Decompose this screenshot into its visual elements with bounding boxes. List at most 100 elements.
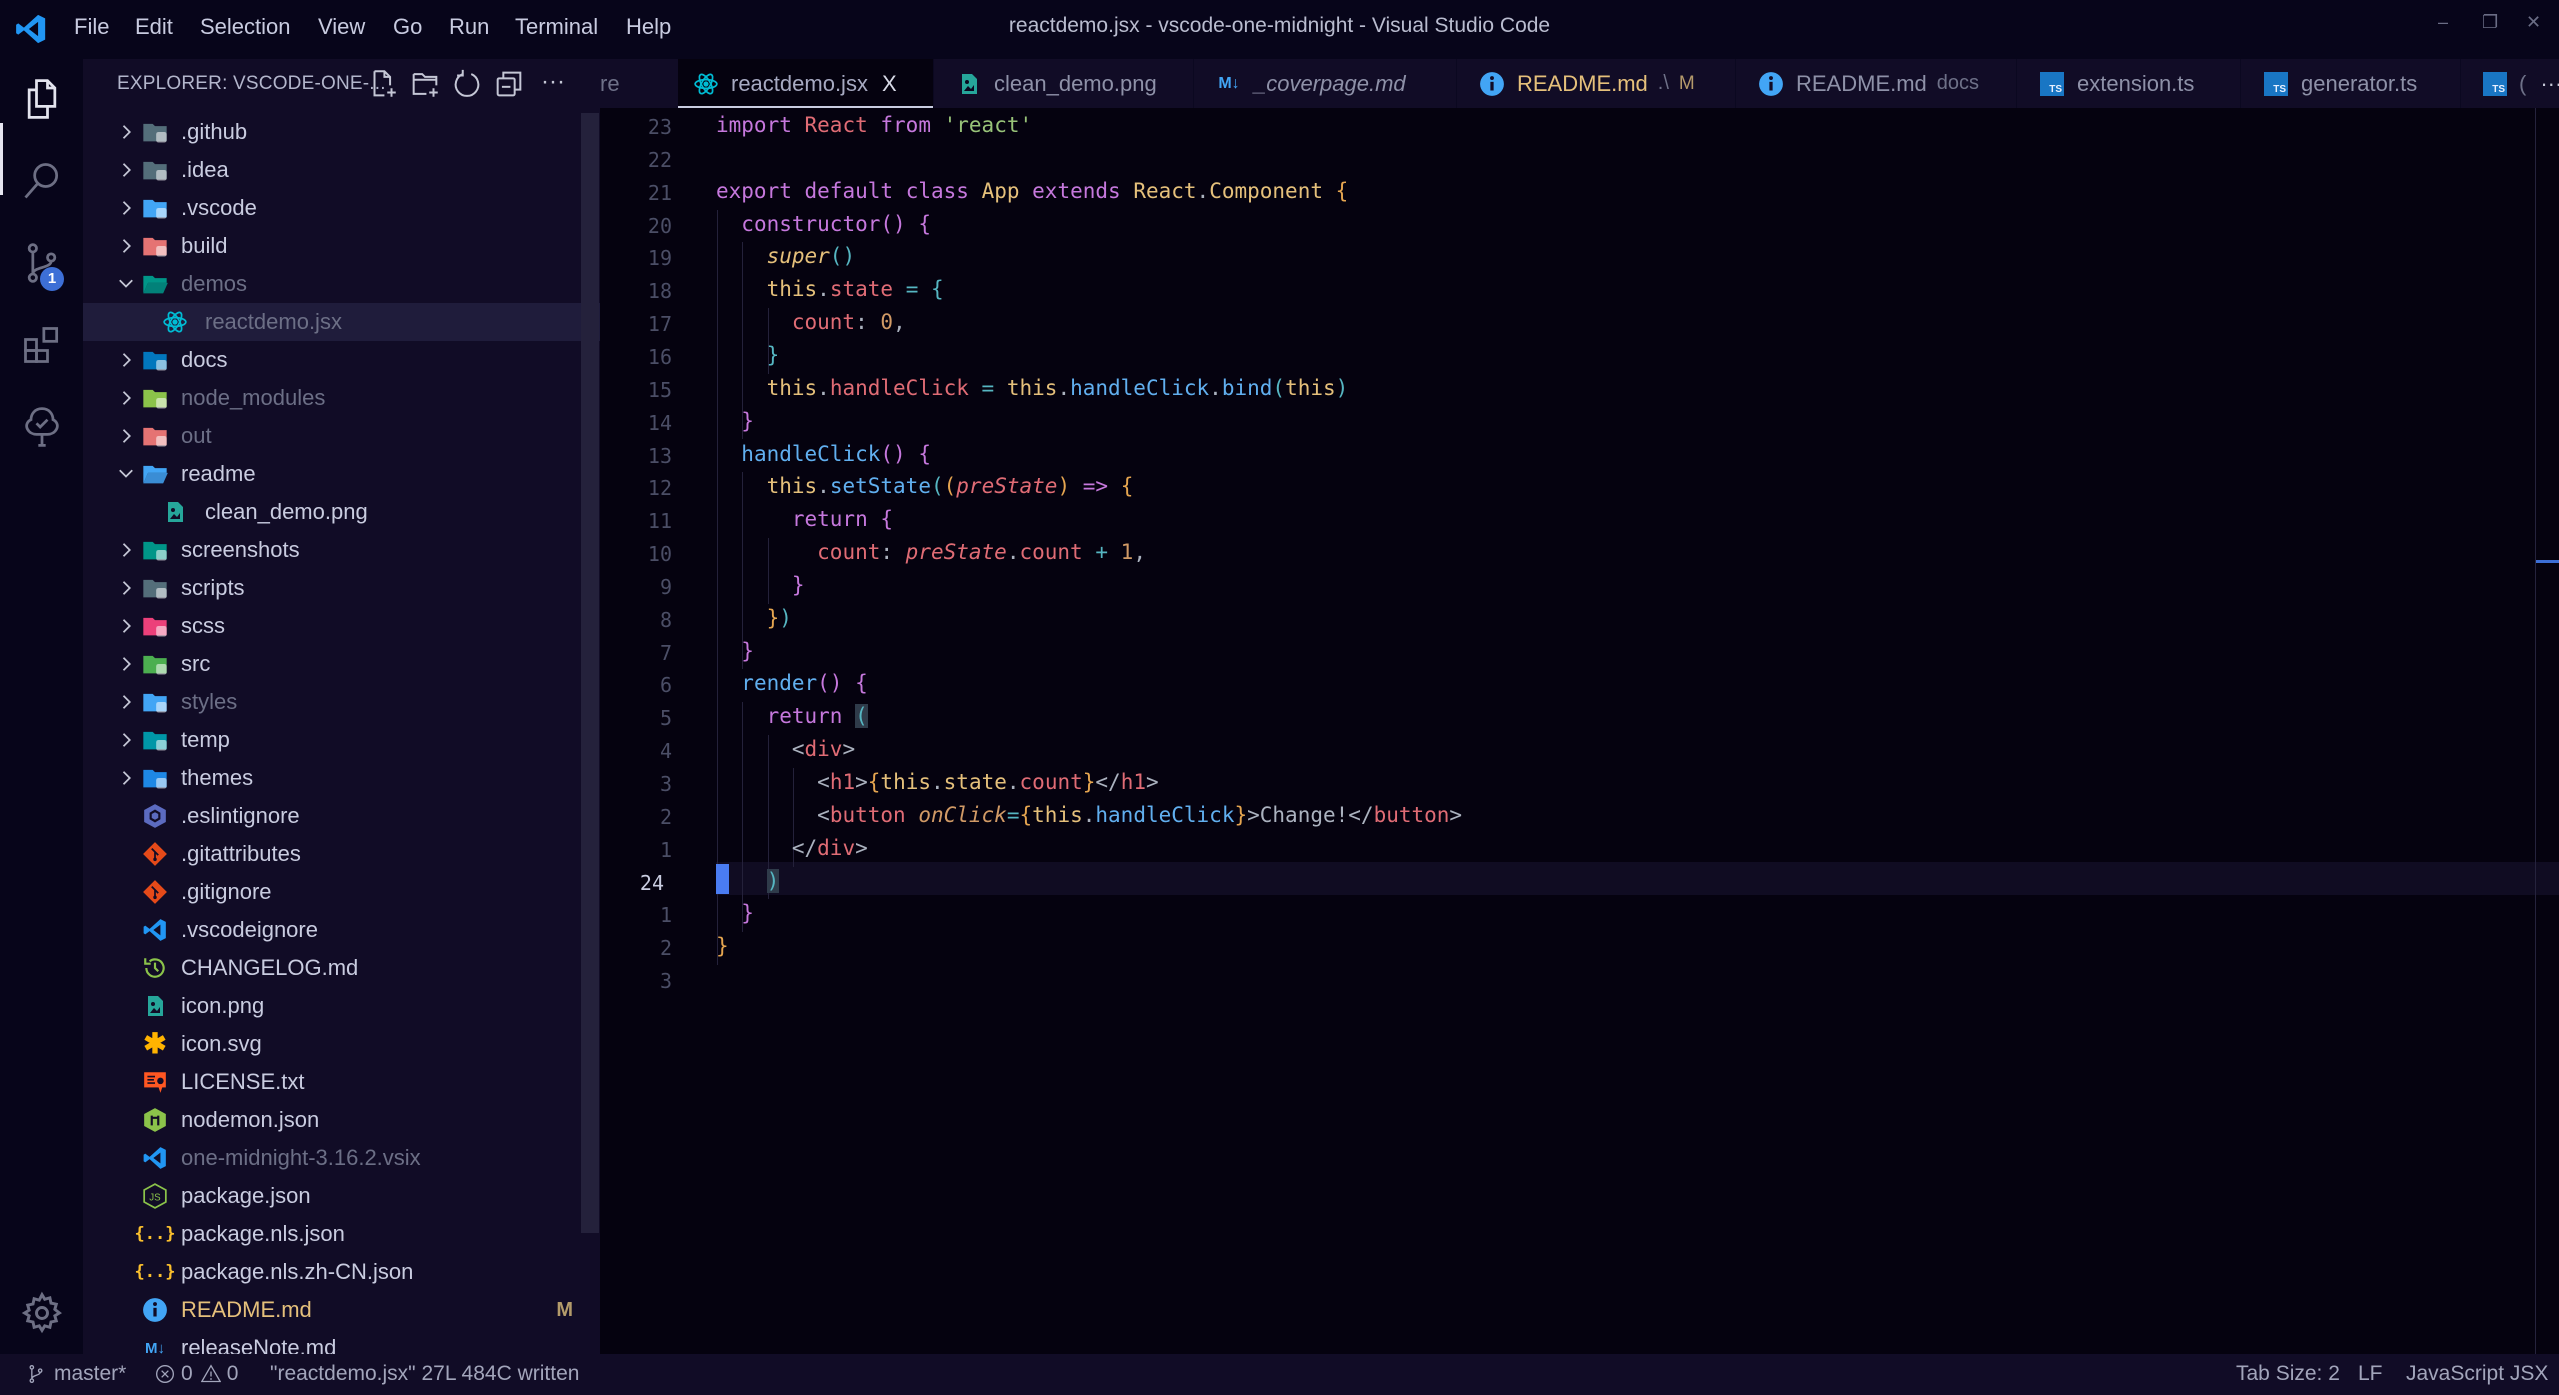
tab-overflow-button[interactable]: ··· xyxy=(2540,71,2559,97)
chevron-right-icon[interactable] xyxy=(116,616,136,636)
tree-folder-idea[interactable]: .idea xyxy=(83,151,600,189)
minimize-button[interactable]: – xyxy=(2438,12,2448,33)
tree-file-readme-md[interactable]: README.md M xyxy=(83,1291,600,1329)
chevron-down-icon[interactable] xyxy=(116,464,136,484)
code-line: } xyxy=(741,901,754,926)
tree-folder-styles[interactable]: styles xyxy=(83,683,600,721)
tab-partial-left[interactable]: re xyxy=(600,59,679,108)
new-file-button[interactable] xyxy=(366,67,400,101)
chevron-right-icon[interactable] xyxy=(116,388,136,408)
chevron-right-icon[interactable] xyxy=(116,426,136,446)
sidebar-scrollbar[interactable] xyxy=(581,113,599,1233)
tree-file-gitignore[interactable]: .gitignore xyxy=(83,873,600,911)
tree-folder-build[interactable]: build xyxy=(83,227,600,265)
tree-file-nodemon-json[interactable]: nodemon.json xyxy=(83,1101,600,1139)
chevron-right-icon[interactable] xyxy=(116,198,136,218)
tab-close-button[interactable]: X xyxy=(882,71,897,97)
line-number: 16 xyxy=(647,344,672,369)
line-number: 13 xyxy=(647,443,672,468)
tree-folder-scripts[interactable]: scripts xyxy=(83,569,600,607)
tree-folder-readme[interactable]: readme xyxy=(83,455,600,493)
tab-clean-demo-png[interactable]: clean_demo.png xyxy=(934,59,1194,108)
chevron-right-icon[interactable] xyxy=(116,160,136,180)
tree-item-label: package.nls.json xyxy=(181,1221,345,1246)
warning-count: 0 xyxy=(226,1362,239,1385)
tree-folder-temp[interactable]: temp xyxy=(83,721,600,759)
chevron-right-icon[interactable] xyxy=(116,540,136,560)
settings-button[interactable] xyxy=(0,1273,83,1353)
chevron-right-icon[interactable] xyxy=(116,350,136,370)
chevron-right-icon[interactable] xyxy=(116,730,136,750)
tab-partial-right[interactable]: TS ( ··· xyxy=(2461,59,2559,108)
tree-file-license-txt[interactable]: LICENSE.txt xyxy=(83,1063,600,1101)
close-window-button[interactable]: ✕ xyxy=(2526,12,2541,33)
chevron-right-icon[interactable] xyxy=(116,122,136,142)
chevron-down-icon[interactable] xyxy=(116,274,136,294)
chevron-right-icon[interactable] xyxy=(116,578,136,598)
collapse-all-button[interactable] xyxy=(492,67,526,101)
tree-file-gitattributes[interactable]: .gitattributes xyxy=(83,835,600,873)
json-icon: {..} xyxy=(134,1224,176,1244)
tab-readme-root[interactable]: README.md .\ M xyxy=(1457,59,1736,108)
minimap-viewport[interactable] xyxy=(2536,560,2559,563)
tree-file-reactdemo-jsx[interactable]: reactdemo.jsx xyxy=(83,303,600,341)
tree-file-clean-demo-png[interactable]: clean_demo.png xyxy=(83,493,600,531)
tree-folder-screenshots[interactable]: screenshots xyxy=(83,531,600,569)
tab-coverpage-md[interactable]: M↓ _coverpage.md xyxy=(1194,59,1457,108)
tree-folder-github[interactable]: .github xyxy=(83,113,600,151)
new-folder-button[interactable] xyxy=(408,67,442,101)
activity-testing[interactable] xyxy=(0,387,83,467)
eol-status[interactable]: LF xyxy=(2358,1362,2383,1386)
tree-folder-demos[interactable]: demos xyxy=(83,265,600,303)
language-mode-status[interactable]: JavaScript JSX xyxy=(2406,1362,2548,1386)
tab-size-status[interactable]: Tab Size: 2 xyxy=(2236,1362,2340,1386)
activity-explorer[interactable] xyxy=(0,59,83,139)
chevron-right-icon[interactable] xyxy=(116,768,136,788)
tree-file-one-midnight-3-16-2-vsix[interactable]: one-midnight-3.16.2.vsix xyxy=(83,1139,600,1177)
activity-search[interactable] xyxy=(0,141,83,221)
activity-extensions[interactable] xyxy=(0,305,83,385)
tab-readme-docs[interactable]: README.md docs xyxy=(1736,59,2017,108)
tree-folder-node-modules[interactable]: node_modules xyxy=(83,379,600,417)
tree-folder-out[interactable]: out xyxy=(83,417,600,455)
line-number: 10 xyxy=(647,542,672,567)
image-icon xyxy=(161,498,189,526)
code-editor[interactable]: 23 22 21 20 19 18 17 16 15 14 13 12 11 10 9 8 7 6 5 4 3 2 1 24 1… xyxy=(600,108,2559,1354)
tree-folder-docs[interactable]: docs xyxy=(83,341,600,379)
tree-item-label: .github xyxy=(181,119,248,144)
tree-file-package-nls-json[interactable]: {..} package.nls.json xyxy=(83,1215,600,1253)
tree-file-vscodeignore[interactable]: .vscodeignore xyxy=(83,911,600,949)
new-file-icon xyxy=(373,70,396,97)
problems-status[interactable]: 0 0 xyxy=(155,1362,238,1386)
refresh-button[interactable] xyxy=(450,67,484,101)
chevron-right-icon[interactable] xyxy=(116,236,136,256)
chevron-right-icon[interactable] xyxy=(116,692,136,712)
files-icon xyxy=(27,79,56,119)
line-number: 9 xyxy=(659,574,672,599)
line-number: 22 xyxy=(647,147,672,172)
tree-folder-scss[interactable]: scss xyxy=(83,607,600,645)
chevron-right-icon[interactable] xyxy=(116,654,136,674)
tree-item-label: themes xyxy=(181,765,254,790)
tab-extension-ts[interactable]: TS extension.ts xyxy=(2017,59,2241,108)
tree-file-package-json[interactable]: JS package.json xyxy=(83,1177,600,1215)
tree-folder-vscode[interactable]: .vscode xyxy=(83,189,600,227)
activity-source-control[interactable]: 1 xyxy=(0,223,83,303)
tab-reactdemo-jsx[interactable]: reactdemo.jsx X xyxy=(678,59,934,108)
typescript-icon: TS xyxy=(2263,71,2289,97)
tree-file-icon-png[interactable]: icon.png xyxy=(83,987,600,1025)
git-icon xyxy=(141,840,169,868)
tree-file-package-nls-zh-cn-json[interactable]: {..} package.nls.zh-CN.json xyxy=(83,1253,600,1291)
tree-item-label: README.md xyxy=(181,1297,312,1322)
tree-file-changelog-md[interactable]: CHANGELOG.md xyxy=(83,949,600,987)
tree-folder-themes[interactable]: themes xyxy=(83,759,600,797)
tab-label: _coverpage.md xyxy=(1254,70,1406,96)
tree-file-releasenote-md[interactable]: M↓ releaseNote.md xyxy=(83,1329,600,1354)
restore-button[interactable]: ❐ xyxy=(2482,12,2498,33)
tab-generator-ts[interactable]: TS generator.ts xyxy=(2241,59,2461,108)
git-branch-status[interactable]: master* xyxy=(26,1362,126,1386)
more-actions-button[interactable]: ··· xyxy=(536,67,570,101)
tree-folder-src[interactable]: src xyxy=(83,645,600,683)
tree-file-eslintignore[interactable]: .eslintignore xyxy=(83,797,600,835)
tree-file-icon-svg[interactable]: ✱ icon.svg xyxy=(83,1025,600,1063)
